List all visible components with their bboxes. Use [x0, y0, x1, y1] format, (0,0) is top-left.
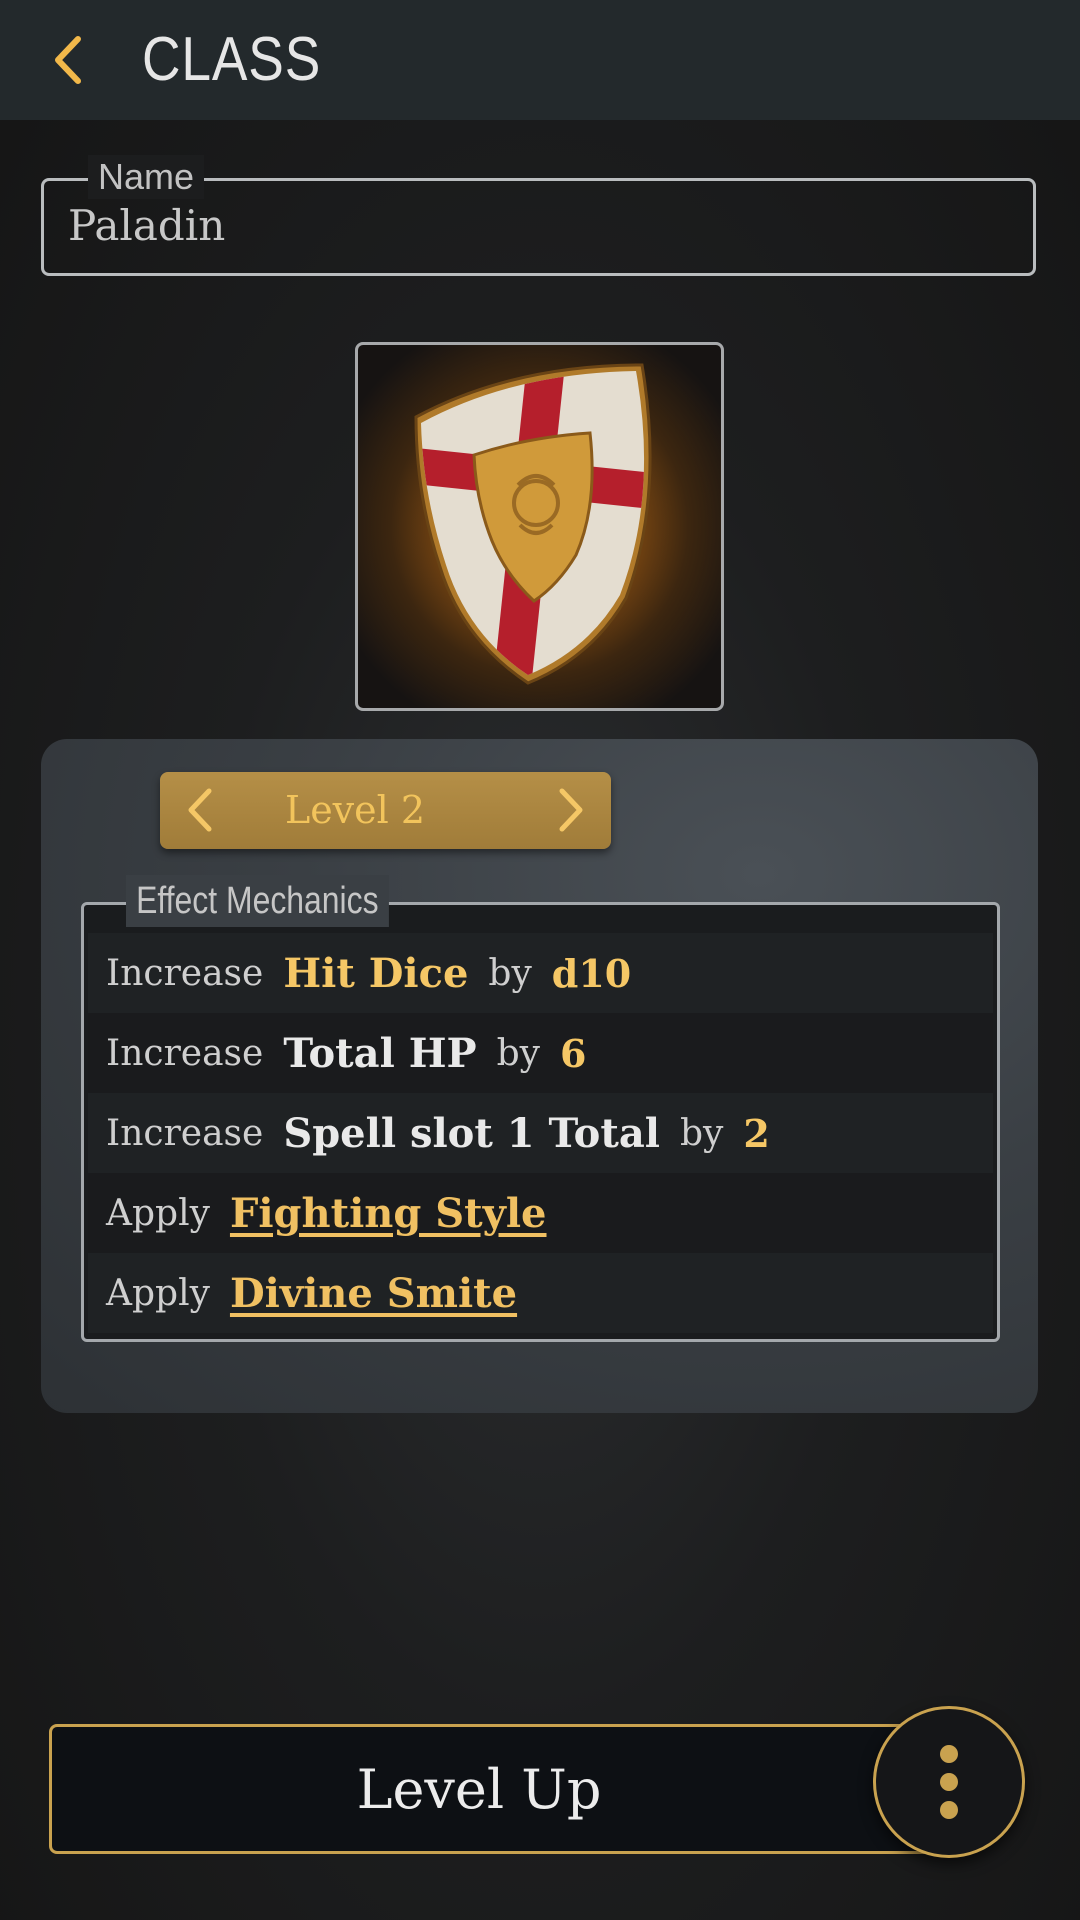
top-app-bar: CLASS [0, 0, 1080, 120]
mechanic-value: d10 [551, 950, 632, 996]
mechanic-value: 6 [559, 1030, 587, 1076]
mechanic-row: Increase Spell slot 1 Total by 2 [88, 1093, 993, 1173]
mechanic-by: by [496, 1032, 540, 1074]
mechanic-stat: Spell slot 1 Total [283, 1109, 660, 1157]
paladin-shield-icon [414, 363, 652, 685]
mechanic-verb: Increase [106, 1112, 264, 1154]
mechanic-value: 2 [743, 1110, 770, 1156]
class-image[interactable] [355, 342, 724, 711]
mechanic-row: Apply Divine Smite [88, 1253, 993, 1333]
fighting-style-link[interactable]: Fighting Style [230, 1190, 547, 1237]
mechanic-stat: Hit Dice [283, 949, 469, 997]
mechanic-by: by [488, 952, 532, 994]
name-field-value[interactable]: Paladin [68, 201, 225, 250]
mechanic-row: Apply Fighting Style [88, 1173, 993, 1253]
level-selector: Level 2 [160, 772, 611, 849]
chevron-left-icon [55, 36, 81, 84]
name-field[interactable]: Name Paladin [41, 155, 1036, 276]
level-prev-button[interactable] [174, 784, 226, 836]
level-up-label: Level Up [356, 1757, 602, 1821]
back-button[interactable] [38, 30, 98, 90]
divine-smite-link[interactable]: Divine Smite [230, 1270, 517, 1317]
mechanic-verb: Increase [106, 1032, 264, 1074]
mechanic-verb: Increase [106, 952, 264, 994]
chevron-left-icon [188, 788, 212, 832]
mechanic-verb: Apply [106, 1272, 210, 1314]
level-up-button[interactable]: Level Up [49, 1724, 969, 1854]
mechanic-row: Increase Hit Dice by d10 [88, 933, 993, 1013]
chevron-right-icon [559, 788, 583, 832]
mechanic-row: Increase Total HP by 6 [88, 1013, 993, 1093]
effect-mechanics-list: Increase Hit Dice by d10 Increase Total … [88, 933, 993, 1333]
mechanic-verb: Apply [106, 1192, 210, 1234]
effect-mechanics-title: Effect Mechanics [126, 875, 389, 927]
level-next-button[interactable] [545, 784, 597, 836]
name-field-label: Name [88, 155, 205, 199]
more-options-button[interactable] [873, 1706, 1025, 1858]
mechanic-by: by [679, 1112, 724, 1154]
mechanic-stat: Total HP [283, 1029, 477, 1077]
page-title: CLASS [142, 25, 322, 94]
level-panel: Level 2 Effect Mechanics Increase Hit Di… [41, 739, 1038, 1413]
effect-mechanics-box: Effect Mechanics Increase Hit Dice by d1… [81, 875, 1000, 1342]
level-label: Level 2 [284, 788, 426, 832]
more-vertical-icon [940, 1740, 958, 1824]
